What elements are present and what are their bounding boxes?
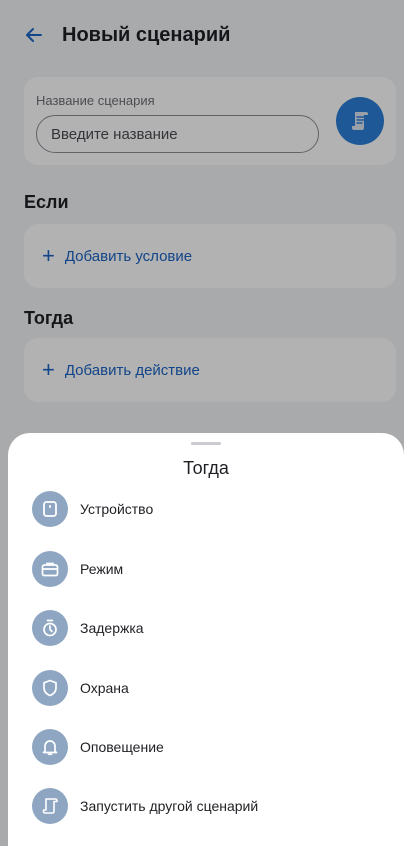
menu-item-label: Устройство <box>80 501 154 517</box>
menu-item-run-scenario[interactable]: Запустить другой сценарий <box>8 780 404 832</box>
then-bottom-sheet: Тогда Устройство Режим Задержка Охрана О… <box>8 433 404 846</box>
menu-item-label: Запустить другой сценарий <box>80 798 259 814</box>
menu-item-delay[interactable]: Задержка <box>8 602 404 654</box>
scroll-icon <box>32 788 68 824</box>
shield-icon <box>32 670 68 706</box>
stopwatch-icon <box>32 610 68 646</box>
menu-item-notification[interactable]: Оповещение <box>8 721 404 773</box>
sheet-drag-handle[interactable] <box>191 442 221 445</box>
menu-item-device[interactable]: Устройство <box>8 483 404 535</box>
menu-item-mode[interactable]: Режим <box>8 543 404 595</box>
device-icon <box>32 491 68 527</box>
menu-item-label: Режим <box>80 561 124 577</box>
menu-item-label: Оповещение <box>80 739 164 755</box>
sheet-title: Тогда <box>183 458 229 478</box>
menu-item-label: Задержка <box>80 620 144 636</box>
bell-icon <box>32 729 68 765</box>
menu-item-label: Охрана <box>80 680 129 696</box>
menu-item-security[interactable]: Охрана <box>8 662 404 714</box>
briefcase-icon <box>32 551 68 587</box>
